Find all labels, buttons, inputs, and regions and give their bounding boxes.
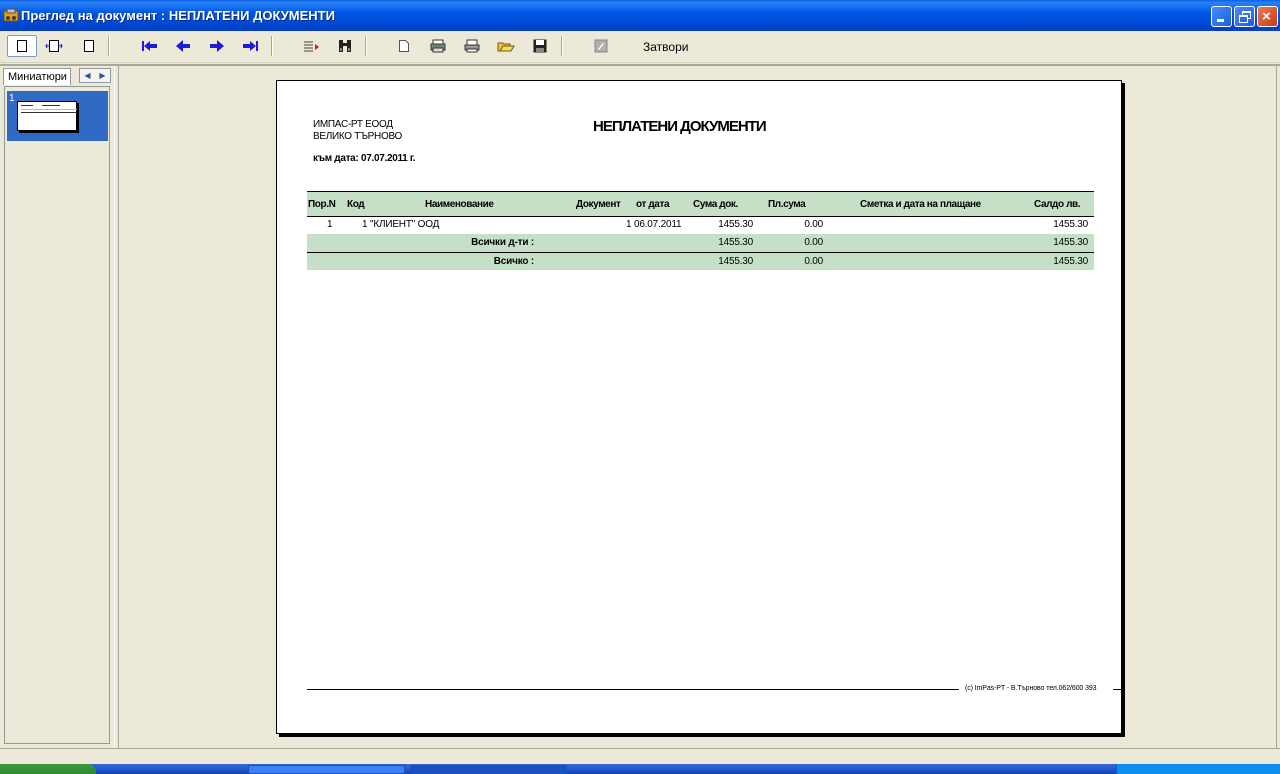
taskbar-item[interactable] [248,765,405,774]
table-row: 1 1 "КЛИЕНТ" ООД 1 06.07.2011 1455.30 0.… [307,216,1094,234]
chevron-right-icon[interactable]: ▶ [99,71,105,80]
thumbnail-number: 1 [9,93,15,104]
as-of-date: към дата: 07.07.2011 г. [313,153,416,164]
taskbar-item-active[interactable] [410,765,567,774]
single-page-icon [17,40,27,52]
new-page-icon [399,40,409,52]
col-date: от дата [636,199,670,210]
find-icon [339,40,351,52]
col-num: Пор.N [308,199,336,210]
close-preview-button[interactable]: Затвори [643,40,688,54]
total-paid: 0.00 [804,256,823,267]
thumbnail-panel: Миниатюри ◀ ▶ 1 [0,66,114,748]
minimize-button[interactable] [1211,6,1232,27]
subtotal-amount: 1455.30 [718,237,753,248]
footer-rule-end [1113,689,1123,690]
status-bar [0,748,1280,764]
edit-icon [594,39,608,53]
two-pages-button[interactable] [77,35,101,57]
report-page: ИМПАС-РТ ЕООД ВЕЛИКО ТЪРНОВО към дата: 0… [276,80,1123,734]
toolbar: Затвори [0,31,1280,63]
company-line-1: ИМПАС-РТ ЕООД [313,119,393,130]
report-title: НЕПЛАТЕНИ ДОКУМЕНТИ [593,118,767,135]
two-pages-icon [84,40,94,52]
tab-scroll-buttons[interactable]: ◀ ▶ [79,68,111,83]
tab-thumbnails[interactable]: Миниатюри [3,68,71,85]
thumbnail-list: 1 [4,86,110,744]
cell-code: 1 [362,219,368,230]
footer-rule [307,689,959,690]
thumbnail-image [17,101,77,131]
window-title: Преглед на документ : НЕПЛАТЕНИ ДОКУМЕНТ… [21,8,335,23]
single-page-button[interactable] [7,35,37,57]
minimize-icon [1217,19,1224,22]
title-bar: Преглед на документ : НЕПЛАТЕНИ ДОКУМЕНТ… [0,0,1280,31]
total-row: Всичко : 1455.30 0.00 1455.30 [307,252,1094,270]
open-button[interactable] [494,35,518,57]
col-balance: Салдо лв. [1034,199,1081,210]
system-tray [1116,764,1280,774]
subtotal-row: Всички д-ти : 1455.30 0.00 1455.30 [307,234,1094,252]
save-button[interactable] [528,35,552,57]
print-button[interactable] [460,35,484,57]
goto-page-icon [304,41,319,52]
cell-balance: 1455.30 [1053,219,1088,230]
first-page-button[interactable] [137,35,161,57]
app-icon [3,8,19,22]
total-balance: 1455.30 [1053,256,1088,267]
close-icon: × [1262,8,1271,25]
col-code: Код [347,199,365,210]
col-name: Наименование [425,199,494,210]
first-page-icon [142,41,157,51]
close-window-button[interactable]: × [1257,6,1278,27]
subtotal-balance: 1455.30 [1053,237,1088,248]
subtotal-paid: 0.00 [804,237,823,248]
print-setup-icon [430,39,446,53]
save-icon [533,39,547,53]
prev-page-button[interactable] [171,35,195,57]
subtotal-label: Всички д-ти : [471,237,534,248]
next-page-button[interactable] [205,35,229,57]
cell-date: 06.07.2011 [634,219,682,230]
col-account: Сметка и дата на плащане [860,199,981,210]
page-width-button[interactable] [42,35,66,57]
restore-button[interactable] [1234,6,1255,27]
last-page-icon [243,41,258,51]
new-page-button[interactable] [392,35,416,57]
prev-page-icon [176,40,190,52]
cell-paid: 0.00 [804,219,823,230]
total-amount: 1455.30 [718,256,753,267]
page-width-icon [45,40,63,52]
cell-num: 1 [327,219,333,230]
next-page-icon [210,40,224,52]
cell-amount: 1455.30 [718,219,753,230]
vertical-scrollbar[interactable] [1276,66,1280,748]
company-name: ИМПАС-РТ ЕООД ВЕЛИКО ТЪРНОВО [313,119,402,143]
col-amount: Сума док. [693,199,738,210]
footer-text: (c) ImPas-PT - В.Търново тел.062/600 393 [965,685,1097,692]
goto-page-button[interactable] [299,35,323,57]
cell-document: 1 [626,219,632,230]
start-button[interactable] [0,764,96,774]
cell-name: "КЛИЕНТ" ООД [370,219,440,230]
company-line-2: ВЕЛИКО ТЪРНОВО [313,131,402,142]
thumbnail-page-1[interactable]: 1 [7,91,108,141]
chevron-left-icon[interactable]: ◀ [84,71,90,80]
table-header: Пор.N Код Наименование Документ от дата … [307,191,1094,217]
find-button[interactable] [333,35,357,57]
col-document: Документ [576,199,621,210]
print-icon [464,39,480,53]
taskbar [0,764,1280,774]
print-setup-button[interactable] [426,35,450,57]
col-paid: Пл.сума [768,199,806,210]
edit-button[interactable] [589,35,613,57]
last-page-button[interactable] [239,35,263,57]
open-icon [497,42,515,52]
total-label: Всичко : [493,256,534,267]
